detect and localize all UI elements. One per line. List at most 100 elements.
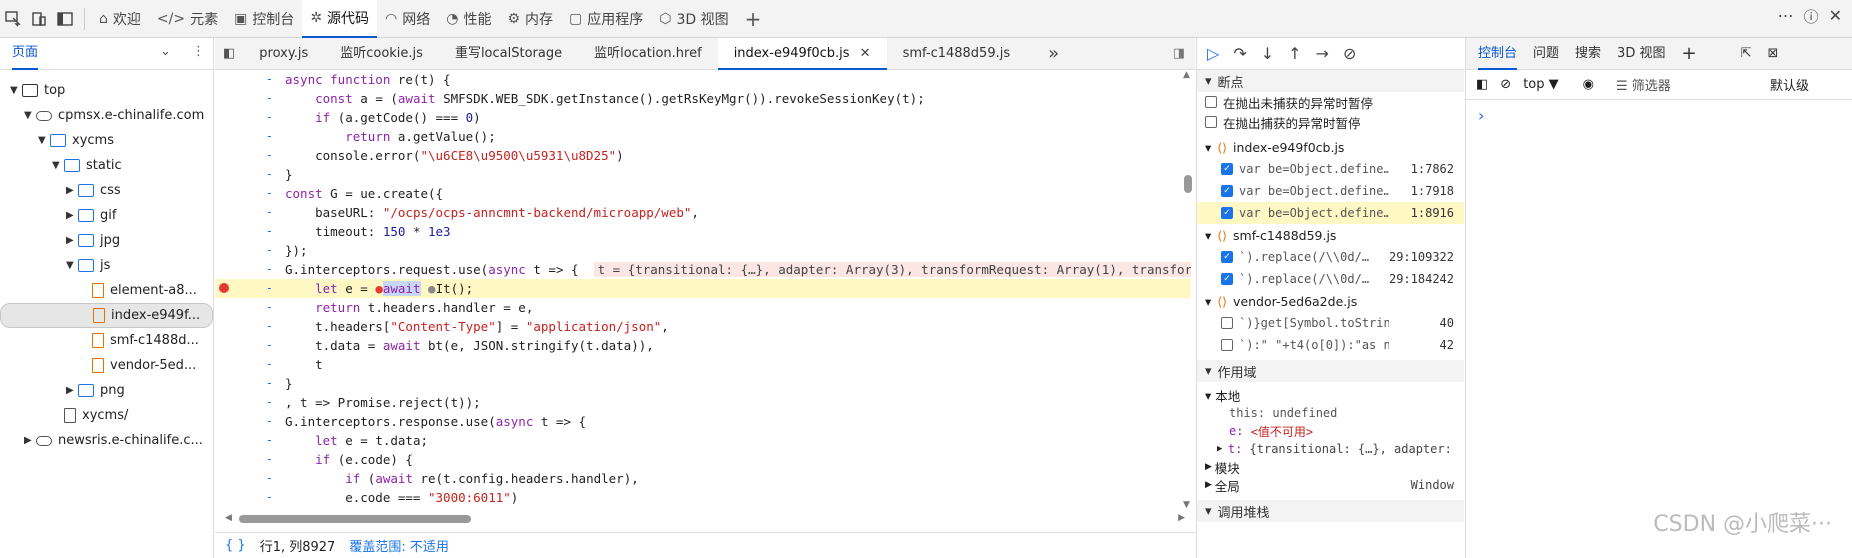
caret-down-icon[interactable]: ▼ <box>38 135 50 146</box>
step-into-icon[interactable]: ↓ <box>1261 44 1274 63</box>
console-prompt[interactable]: › <box>1466 100 1852 131</box>
tree-item[interactable]: ▶ newsris.e-chinalife.c... <box>0 428 213 453</box>
breakpoint-checkbox[interactable]: ✓ <box>1221 251 1233 263</box>
breakpoint-file[interactable]: ▾ ⟨⟩ vendor-5ed6a2de.js <box>1197 290 1464 312</box>
add-tab-button[interactable]: + <box>737 0 770 38</box>
log-level-selector[interactable]: 默认级 <box>1770 75 1809 94</box>
more-icon[interactable]: ⋯ <box>1778 6 1794 27</box>
editor-tab[interactable]: 监听location.href <box>578 38 718 70</box>
caret-down-icon[interactable]: ▼ <box>66 260 78 271</box>
breakpoint-file[interactable]: ▾ ⟨⟩ index-e949f0cb.js <box>1197 136 1464 158</box>
scope-local[interactable]: ▾ 本地 <box>1205 386 1464 404</box>
scope-var-t[interactable]: ▶ t: {transitional: {…}, adapter: <box>1205 440 1464 458</box>
chevron-down-icon[interactable]: ⌄ <box>160 44 171 59</box>
drawer-tab-issues[interactable]: 问题 <box>1533 38 1559 70</box>
caret-right-icon[interactable]: ▶ <box>66 210 78 221</box>
close-tab-icon[interactable]: ✕ <box>860 46 871 61</box>
breakpoint-checkbox[interactable] <box>1221 317 1233 329</box>
tree-item[interactable]: ▶ png <box>0 378 213 403</box>
eye-icon[interactable]: ◉ <box>1583 77 1594 92</box>
breakpoint-item[interactable]: `)}get[Symbol.toStringT…40 <box>1197 312 1464 334</box>
tree-item[interactable]: xycms/ <box>0 403 213 428</box>
breakpoint-checkbox[interactable] <box>1221 339 1233 351</box>
pause-uncaught-option[interactable]: 在抛出未捕获的异常时暂停 <box>1197 92 1464 112</box>
breakpoint-checkbox[interactable]: ✓ <box>1221 163 1233 175</box>
tab-performance[interactable]: ◔ 性能 <box>438 0 499 38</box>
drawer-tab-console[interactable]: 控制台 <box>1478 38 1518 70</box>
tab-page[interactable]: 页面 <box>12 38 39 70</box>
breakpoint-item[interactable]: ✓ `).replace(/\\0d/… 29:109322 <box>1197 246 1464 268</box>
breakpoint-item[interactable]: ✓ var be=Object.define… 1:7862 <box>1197 158 1464 180</box>
caret-right-icon[interactable]: ▶ <box>66 385 78 396</box>
checkbox[interactable] <box>1205 96 1217 108</box>
drawer-tab-search[interactable]: 搜索 <box>1575 38 1601 70</box>
tab-elements[interactable]: </> 元素 <box>149 0 226 38</box>
line-gutter[interactable]: - - - - - - - - - - - - - - - - - - - - … <box>215 70 285 510</box>
dock-icon[interactable]: ⇱ <box>1741 38 1752 70</box>
tree-item[interactable]: ▶ jpg <box>0 228 213 253</box>
kebab-menu-icon[interactable]: ⋮ <box>192 44 205 59</box>
pause-caught-option[interactable]: 在抛出捕获的异常时暂停 <box>1197 112 1464 132</box>
pretty-print-button[interactable]: { } <box>225 538 246 553</box>
tab-sources[interactable]: ✲ 源代码 <box>302 0 378 38</box>
sidebar-toggle-icon[interactable] <box>52 6 78 32</box>
breakpoint-file[interactable]: ▾ ⟨⟩ smf-c1488d59.js <box>1197 224 1464 246</box>
tree-item[interactable]: ▼ static <box>0 153 213 178</box>
toggle-navigator-icon[interactable]: ◧ <box>215 46 243 61</box>
device-toggle-icon[interactable] <box>26 6 52 32</box>
vertical-scrollbar[interactable]: ▲ ▼ <box>1181 70 1195 510</box>
tab-welcome[interactable]: ⌂ 欢迎 <box>91 0 149 38</box>
tree-item[interactable]: ▼ top <box>0 78 213 103</box>
close-drawer-icon[interactable]: ⊠ <box>1767 38 1778 70</box>
caret-down-icon[interactable]: ▼ <box>52 160 64 171</box>
tab-memory[interactable]: ⚙ 内存 <box>499 0 561 38</box>
tree-item[interactable]: ▼ js <box>0 253 213 278</box>
step-icon[interactable]: → <box>1316 44 1329 63</box>
caret-right-icon[interactable]: ▶ <box>24 435 36 446</box>
editor-tab[interactable]: 重写localStorage <box>439 38 578 70</box>
sidebar-toggle-icon[interactable]: ◧ <box>1476 77 1488 92</box>
breakpoint-checkbox[interactable]: ✓ <box>1221 207 1233 219</box>
breakpoint-marker[interactable] <box>219 283 229 293</box>
breakpoints-section-header[interactable]: ▾ 断点 <box>1197 70 1464 92</box>
drawer-tab-3d-view[interactable]: 3D 视图 <box>1617 38 1665 70</box>
tab-console[interactable]: ▣ 控制台 <box>226 0 302 38</box>
close-icon[interactable]: ✕ <box>1829 6 1842 27</box>
tree-item[interactable]: index-e949f... <box>0 303 213 328</box>
caret-down-icon[interactable]: ▼ <box>10 85 22 96</box>
editor-tab[interactable]: proxy.js <box>243 38 324 70</box>
filter-input[interactable]: ☰ 筛选器 <box>1616 75 1746 94</box>
clear-console-icon[interactable]: ⊘ <box>1500 77 1511 92</box>
breakpoint-item[interactable]: ✓ var be=Object.define… 1:7918 <box>1197 180 1464 202</box>
step-out-icon[interactable]: ↑ <box>1288 44 1301 63</box>
horizontal-scrollbar[interactable]: ◀ ▶ <box>225 512 1185 526</box>
caret-down-icon[interactable]: ▼ <box>24 110 36 121</box>
coverage-link[interactable]: 覆盖范围: 不适用 <box>349 536 449 555</box>
caret-right-icon[interactable]: ▶ <box>66 185 78 196</box>
tree-item[interactable]: ▶ gif <box>0 203 213 228</box>
breakpoint-checkbox[interactable]: ✓ <box>1221 273 1233 285</box>
checkbox[interactable] <box>1205 116 1217 128</box>
more-tabs-icon[interactable]: » <box>1048 43 1059 64</box>
editor-tab[interactable]: smf-c1488d59.js <box>887 38 1027 70</box>
breakpoint-item[interactable]: ✓ `).replace(/\\0d/… 29:184242 <box>1197 268 1464 290</box>
tree-item[interactable]: ▼ cpmsx.e-chinalife.com <box>0 103 213 128</box>
tree-item[interactable]: smf-c1488d... <box>0 328 213 353</box>
scope-global[interactable]: ▶ 全局 Window <box>1205 476 1464 494</box>
breakpoint-item[interactable]: ✓ var be=Object.define… 1:8916 <box>1197 202 1464 224</box>
tree-item[interactable]: ▼ xycms <box>0 128 213 153</box>
tree-item[interactable]: vendor-5ed... <box>0 353 213 378</box>
breakpoint-checkbox[interactable]: ✓ <box>1221 185 1233 197</box>
editor-tab-active[interactable]: index-e949f0cb.js ✕ <box>717 37 887 70</box>
tree-item[interactable]: ▶ css <box>0 178 213 203</box>
callstack-section-header[interactable]: ▾ 调用堆栈 <box>1197 500 1464 522</box>
toggle-debugger-icon[interactable]: ◨ <box>1173 46 1185 61</box>
breakpoint-item[interactable]: `):" "+t4(o[0]):"as no …42 <box>1197 334 1464 356</box>
tab-network[interactable]: ◠ 网络 <box>377 0 438 38</box>
tree-item[interactable]: element-a8... <box>0 278 213 303</box>
step-over-icon[interactable]: ↷ <box>1233 44 1246 63</box>
tab-3d-view[interactable]: ⬡ 3D 视图 <box>651 0 736 38</box>
add-drawer-tab-icon[interactable]: + <box>1681 38 1696 70</box>
help-icon[interactable]: ⓘ <box>1804 6 1819 27</box>
tab-application[interactable]: ▢ 应用程序 <box>561 0 651 38</box>
